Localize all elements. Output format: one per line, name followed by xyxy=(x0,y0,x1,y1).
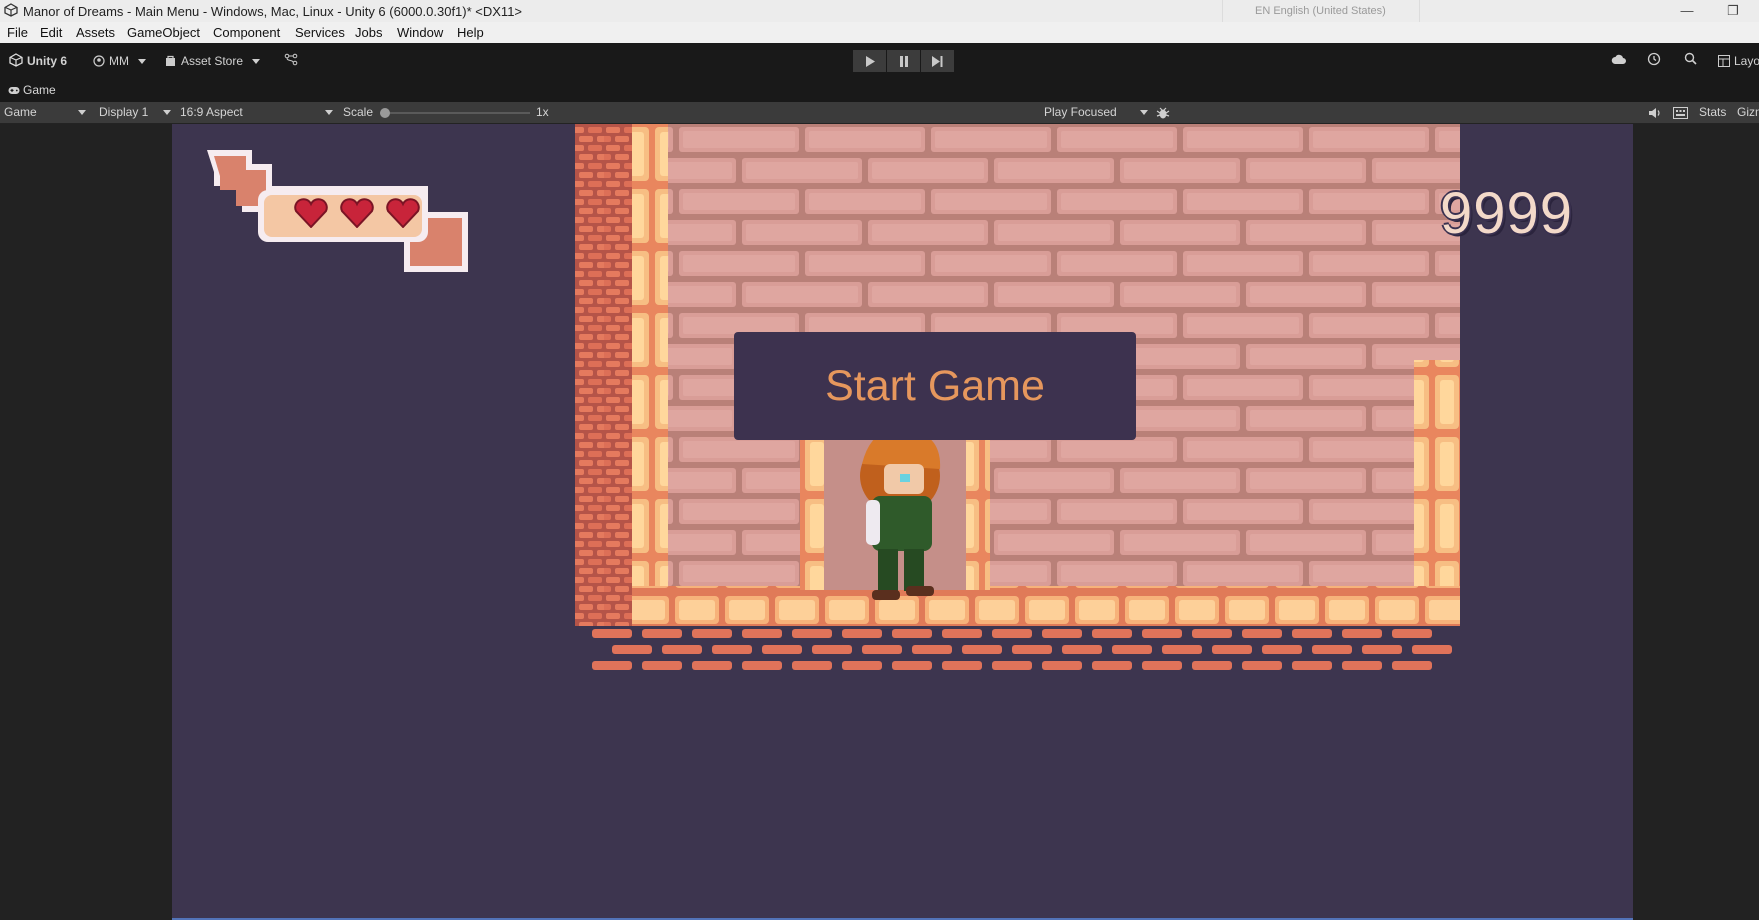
play-mode-dropdown[interactable]: Play Focused xyxy=(1044,102,1148,123)
step-icon[interactable] xyxy=(921,50,954,72)
branch-icon xyxy=(284,53,298,66)
history-shape xyxy=(1647,52,1661,66)
chevron-down-icon xyxy=(325,110,333,115)
bug-icon[interactable] xyxy=(1156,102,1170,123)
mute-audio-icon[interactable] xyxy=(1648,102,1662,123)
game-view-toolbar: Game Display 1 16:9 Aspect Scale 1x Play… xyxy=(0,102,1759,124)
aspect-dropdown[interactable]: 16:9 Aspect xyxy=(180,102,333,123)
account-label: MM xyxy=(109,54,129,68)
start-game-button[interactable]: Start Game xyxy=(734,332,1136,440)
score-counter: 9999 xyxy=(1440,181,1574,246)
health-banner xyxy=(207,150,468,272)
asset-store-label: Asset Store xyxy=(181,54,244,68)
language-indicator[interactable]: EN English (United States) xyxy=(1222,0,1420,22)
stats-button[interactable]: Stats xyxy=(1699,102,1726,123)
tab-game-label: Game xyxy=(23,83,56,97)
menu-assets[interactable]: Assets xyxy=(76,25,115,40)
scale-label: Scale xyxy=(343,105,374,119)
scale-slider-handle[interactable] xyxy=(380,108,390,118)
menu-bar: File Edit Assets GameObject Component Se… xyxy=(0,22,1759,43)
tab-bar: Game xyxy=(0,79,1759,102)
gamepad-icon xyxy=(8,87,20,94)
title-bar: Manor of Dreams - Main Menu - Windows, M… xyxy=(0,0,1759,22)
heart-icon xyxy=(340,198,374,228)
heart-icon xyxy=(294,198,328,228)
window-title: Manor of Dreams - Main Menu - Windows, M… xyxy=(23,4,523,19)
play-mode-label: Play Focused xyxy=(1044,105,1117,119)
layout-icon xyxy=(1718,55,1730,67)
restore-icon[interactable]: ❐ xyxy=(1723,2,1743,20)
play-icon[interactable] xyxy=(853,50,886,72)
mode-dropdown[interactable]: Game xyxy=(4,102,86,123)
heart-icon xyxy=(386,198,420,228)
game-canvas[interactable]: 9999 Start Game xyxy=(172,124,1633,920)
chevron-down-icon xyxy=(252,59,261,65)
unity-version-button[interactable]: Unity 6 xyxy=(9,52,67,70)
menu-window[interactable]: Window xyxy=(397,25,443,40)
menu-file[interactable]: File xyxy=(7,25,28,40)
game-scene xyxy=(207,124,1460,684)
cloud-icon[interactable] xyxy=(1611,52,1627,70)
menu-jobs[interactable]: Jobs xyxy=(355,25,382,40)
play-controls xyxy=(853,50,955,72)
chevron-down-icon xyxy=(138,59,147,65)
layout-label: Layo xyxy=(1734,54,1759,68)
menu-edit[interactable]: Edit xyxy=(40,25,62,40)
layout-dropdown[interactable]: Layo xyxy=(1718,52,1759,70)
unity-logo-icon xyxy=(9,53,23,67)
display-label: Display 1 xyxy=(99,105,149,119)
history-icon[interactable] xyxy=(1647,52,1661,70)
asset-store-dropdown[interactable]: Asset Store xyxy=(165,52,261,70)
chevron-down-icon xyxy=(1140,110,1148,115)
mode-label: Game xyxy=(4,105,37,119)
menu-component[interactable]: Component xyxy=(213,25,280,40)
chevron-down-icon xyxy=(78,110,86,115)
cloud-shape xyxy=(1611,54,1626,64)
keyboard-shortcuts-icon[interactable] xyxy=(1673,102,1688,123)
search-icon[interactable] xyxy=(1684,52,1697,70)
search-shape xyxy=(1684,52,1697,65)
minimize-icon[interactable]: — xyxy=(1677,2,1697,20)
scale-slider[interactable] xyxy=(380,108,530,118)
pause-icon[interactable] xyxy=(887,50,920,72)
unity-version-label: Unity 6 xyxy=(27,54,68,68)
version-control-icon[interactable] xyxy=(284,52,298,70)
display-dropdown[interactable]: Display 1 xyxy=(99,102,171,123)
unity-logo-icon xyxy=(4,3,18,17)
menu-gameobject[interactable]: GameObject xyxy=(127,25,200,40)
gizmos-button[interactable]: Gizm xyxy=(1737,102,1759,123)
scale-value: 1x xyxy=(536,105,549,119)
account-icon xyxy=(93,55,105,67)
tab-game[interactable]: Game xyxy=(8,83,56,97)
menu-help[interactable]: Help xyxy=(457,25,484,40)
account-dropdown[interactable]: MM xyxy=(93,52,147,70)
menu-services[interactable]: Services xyxy=(295,25,345,40)
aspect-label: 16:9 Aspect xyxy=(180,105,243,119)
chevron-down-icon xyxy=(163,110,171,115)
shopping-bag-icon xyxy=(166,55,175,66)
